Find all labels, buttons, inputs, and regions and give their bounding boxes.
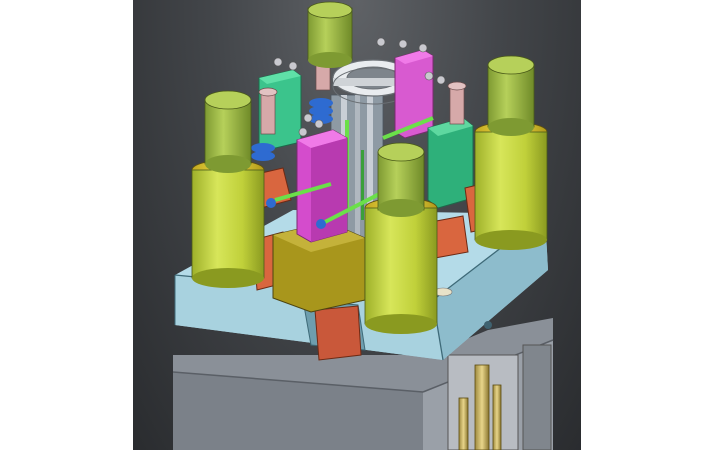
right-margin [581,0,720,450]
mold-assembly-render [172,1,554,450]
left-margin [0,0,133,450]
cylinder-left [191,90,265,288]
render-viewport [133,0,581,450]
cylinder-right [474,55,548,250]
cylinder-back-center [307,1,353,68]
